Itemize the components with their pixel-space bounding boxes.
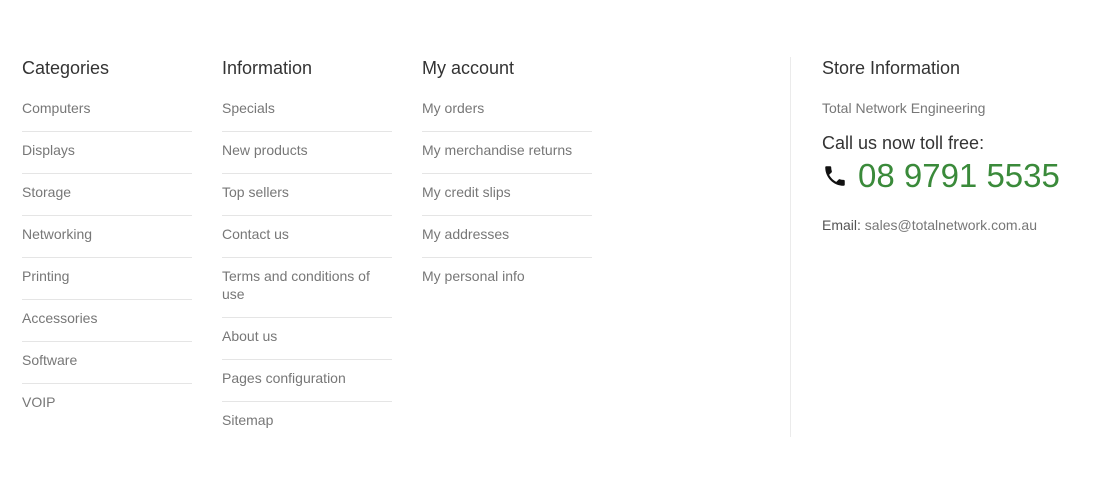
store-info-column: Store Information Total Network Engineer… xyxy=(822,57,1102,234)
categories-list: Computers Displays Storage Networking Pr… xyxy=(22,99,192,425)
information-column: Information Specials New products Top se… xyxy=(222,57,392,452)
account-title: My account xyxy=(422,58,515,78)
category-link-storage[interactable]: Storage xyxy=(22,183,192,216)
account-link-credit-slips[interactable]: My credit slips xyxy=(422,183,592,216)
info-link-top-sellers[interactable]: Top sellers xyxy=(222,183,392,216)
account-link-addresses[interactable]: My addresses xyxy=(422,225,592,258)
email-link[interactable]: sales@totalnetwork.com.au xyxy=(865,217,1037,233)
info-link-about-us[interactable]: About us xyxy=(222,327,392,360)
information-title: Information xyxy=(222,58,313,78)
category-link-accessories[interactable]: Accessories xyxy=(22,309,192,342)
store-info-title: Store Information xyxy=(822,58,961,78)
account-column: My account My orders My merchandise retu… xyxy=(422,57,592,308)
phone-row: 08 9791 5535 xyxy=(822,156,1102,196)
phone-icon xyxy=(825,166,845,186)
categories-column: Categories Computers Displays Storage Ne… xyxy=(22,57,192,434)
call-us-label: Call us now toll free: xyxy=(822,133,985,153)
account-link-returns[interactable]: My merchandise returns xyxy=(422,141,592,174)
info-link-sitemap[interactable]: Sitemap xyxy=(222,411,392,443)
category-link-printing[interactable]: Printing xyxy=(22,267,192,300)
category-link-computers[interactable]: Computers xyxy=(22,99,192,132)
info-link-terms[interactable]: Terms and conditions of use xyxy=(222,267,392,318)
store-name: Total Network Engineering xyxy=(822,100,986,116)
information-list: Specials New products Top sellers Contac… xyxy=(222,99,392,443)
account-link-orders[interactable]: My orders xyxy=(422,99,592,132)
site-footer: Categories Computers Displays Storage Ne… xyxy=(0,0,1120,478)
column-divider xyxy=(790,57,791,437)
category-link-voip[interactable]: VOIP xyxy=(22,393,192,425)
account-list: My orders My merchandise returns My cred… xyxy=(422,99,592,299)
account-link-personal-info[interactable]: My personal info xyxy=(422,267,592,299)
category-link-software[interactable]: Software xyxy=(22,351,192,384)
categories-title: Categories xyxy=(22,58,110,78)
email-row: Email: sales@totalnetwork.com.au xyxy=(822,216,1102,234)
info-link-pages-configuration[interactable]: Pages configuration xyxy=(222,369,392,402)
category-link-displays[interactable]: Displays xyxy=(22,141,192,174)
info-link-specials[interactable]: Specials xyxy=(222,99,392,132)
category-link-networking[interactable]: Networking xyxy=(22,225,192,258)
email-label: Email: xyxy=(822,217,861,233)
info-link-new-products[interactable]: New products xyxy=(222,141,392,174)
info-link-contact-us[interactable]: Contact us xyxy=(222,225,392,258)
phone-number-link[interactable]: 08 9791 5535 xyxy=(858,156,1060,196)
